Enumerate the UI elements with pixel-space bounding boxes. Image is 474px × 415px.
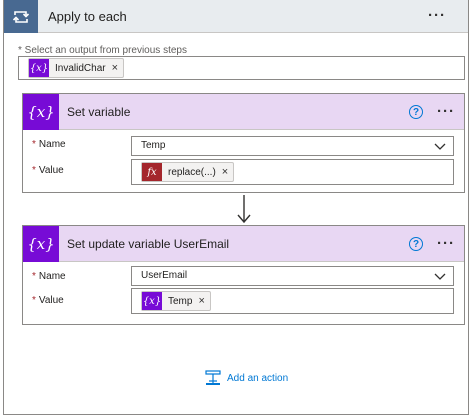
name-value: UserEmail — [141, 270, 188, 281]
help-icon[interactable]: ? — [409, 237, 423, 251]
card-title: Set update variable UserEmail — [67, 237, 230, 251]
name-label: * Name — [32, 139, 66, 150]
more-options-icon[interactable]: ··· — [437, 104, 455, 119]
token-label: Temp — [168, 295, 193, 307]
value-label: * Value — [32, 165, 64, 176]
apply-to-each-container: Apply to each ··· * Select an output fro… — [3, 0, 469, 415]
expression-icon: fx — [142, 163, 162, 181]
name-dropdown[interactable]: Temp — [131, 136, 454, 156]
more-options-icon[interactable]: ··· — [428, 8, 446, 23]
add-action-icon — [205, 370, 221, 385]
card-title: Set variable — [67, 105, 131, 119]
chevron-down-icon — [434, 143, 446, 150]
remove-token-icon[interactable]: × — [222, 166, 228, 178]
add-action-label: Add an action — [227, 372, 289, 384]
add-an-action-button[interactable]: Add an action — [205, 370, 288, 386]
token-label: InvalidChar — [55, 62, 106, 74]
loop-icon — [4, 0, 38, 33]
down-arrow-icon — [237, 195, 251, 224]
apply-to-each-title: Apply to each — [48, 9, 127, 24]
set-variable-header[interactable]: {x} Set variable ? ··· — [23, 94, 464, 130]
value-field[interactable]: fx replace(...) × — [131, 159, 454, 185]
name-dropdown[interactable]: UserEmail — [131, 266, 454, 286]
select-output-label: * Select an output from previous steps — [18, 45, 187, 56]
invalidchar-token[interactable]: {x} InvalidChar × — [28, 58, 125, 78]
more-options-icon[interactable]: ··· — [437, 236, 455, 251]
replace-expression-token[interactable]: fx replace(...) × — [141, 162, 235, 182]
value-label: * Value — [32, 295, 64, 306]
variable-icon: {x} — [142, 292, 162, 310]
chevron-down-icon — [434, 273, 446, 280]
variable-icon: {x} — [23, 94, 59, 130]
value-field[interactable]: {x} Temp × — [131, 288, 454, 314]
set-update-variable-card: {x} Set update variable UserEmail ? ··· … — [22, 225, 465, 325]
apply-to-each-header[interactable]: Apply to each ··· — [4, 0, 468, 33]
name-label: * Name — [32, 271, 66, 282]
select-output-field[interactable]: {x} InvalidChar × — [18, 56, 465, 80]
temp-variable-token[interactable]: {x} Temp × — [141, 291, 211, 311]
set-update-variable-header[interactable]: {x} Set update variable UserEmail ? ··· — [23, 226, 464, 262]
name-value: Temp — [141, 140, 166, 151]
help-icon[interactable]: ? — [409, 105, 423, 119]
variable-icon: {x} — [29, 59, 49, 77]
variable-icon: {x} — [23, 226, 59, 262]
token-label: replace(...) — [168, 166, 216, 178]
remove-token-icon[interactable]: × — [112, 62, 118, 74]
set-variable-card: {x} Set variable ? ··· * Name Temp * Value… — [22, 93, 465, 193]
remove-token-icon[interactable]: × — [198, 295, 204, 307]
